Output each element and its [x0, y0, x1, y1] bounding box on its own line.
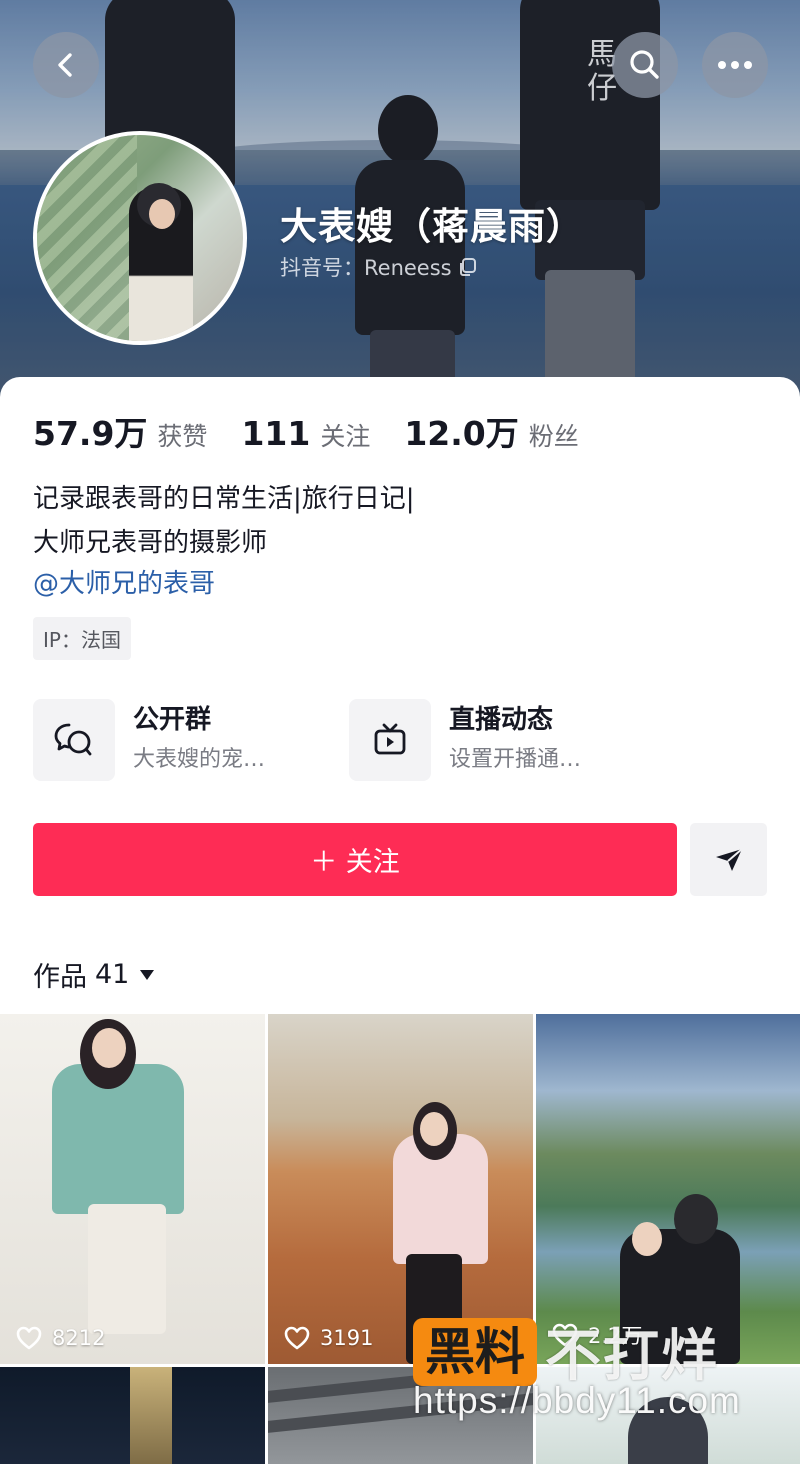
stats-row: 57.9万 获赞 111 关注 12.0万 粉丝 — [33, 407, 613, 455]
video-thumbnail[interactable] — [0, 1367, 265, 1464]
more-dots-icon — [718, 61, 752, 69]
video-thumbnail[interactable]: 8212 — [0, 1014, 265, 1364]
feature-public-group[interactable]: 公开群 大表嫂的宠… — [33, 699, 265, 781]
search-button[interactable] — [612, 32, 678, 98]
bio: 记录跟表哥的日常生活|旅行日记| 大师兄表哥的摄影师 — [33, 477, 773, 565]
like-count: 3191 — [284, 1326, 373, 1350]
caret-down-icon — [140, 969, 155, 980]
bio-mention-link[interactable]: @大师兄的表哥 — [33, 563, 215, 600]
stat-value: 12.0万 — [404, 414, 519, 453]
back-button[interactable] — [33, 32, 99, 98]
stat-following[interactable]: 111 关注 — [241, 414, 370, 453]
chevron-left-icon — [58, 53, 72, 77]
feature-title: 直播动态 — [449, 705, 554, 735]
feature-subtitle: 设置开播通… — [449, 747, 582, 772]
send-icon — [715, 847, 743, 871]
heart-icon — [284, 1326, 310, 1350]
douyin-id-text: 抖音号：Reneess — [280, 256, 452, 280]
avatar[interactable] — [33, 131, 247, 345]
stat-label: 关注 — [320, 422, 371, 451]
stat-label: 粉丝 — [528, 422, 579, 451]
send-message-button[interactable] — [690, 823, 767, 896]
stat-label: 获赞 — [157, 422, 208, 451]
copy-icon[interactable] — [458, 257, 478, 277]
bio-line: 大师兄表哥的摄影师 — [33, 528, 268, 558]
profile-name: 大表嫂（蒋晨雨） — [280, 205, 584, 248]
stat-followers[interactable]: 12.0万 粉丝 — [404, 407, 578, 455]
watermark-brand: 黑料 — [413, 1317, 537, 1386]
chat-bubbles-icon — [54, 723, 92, 756]
stat-value: 57.9万 — [33, 414, 148, 453]
tab-works[interactable]: 作品 41 — [33, 955, 155, 994]
tv-icon — [374, 723, 406, 755]
watermark-url: https://bbdy11.com — [413, 1380, 741, 1421]
profile-card: 57.9万 获赞 111 关注 12.0万 粉丝 记录跟表哥的日常生活|旅行日记… — [0, 377, 800, 1464]
heart-icon — [16, 1326, 42, 1350]
like-count-text: 3191 — [320, 1326, 374, 1350]
like-count-text: 8212 — [52, 1326, 106, 1350]
feature-subtitle: 大表嫂的宠… — [133, 747, 266, 772]
stat-value: 111 — [241, 414, 311, 453]
feature-title: 公开群 — [133, 705, 212, 735]
ip-location-tag: IP：法国 — [33, 617, 131, 660]
more-button[interactable] — [702, 32, 768, 98]
feature-live-updates[interactable]: 直播动态 设置开播通… — [349, 699, 581, 781]
douyin-id[interactable]: 抖音号：Reneess — [280, 252, 478, 282]
search-icon — [630, 50, 659, 79]
works-count: 41 — [95, 959, 130, 990]
stat-likes[interactable]: 57.9万 获赞 — [33, 407, 207, 455]
follow-button[interactable]: ＋ 关注 — [33, 823, 677, 896]
works-label: 作品 — [33, 962, 87, 993]
bio-line: 记录跟表哥的日常生活|旅行日记| — [33, 484, 415, 514]
like-count: 8212 — [16, 1326, 105, 1350]
